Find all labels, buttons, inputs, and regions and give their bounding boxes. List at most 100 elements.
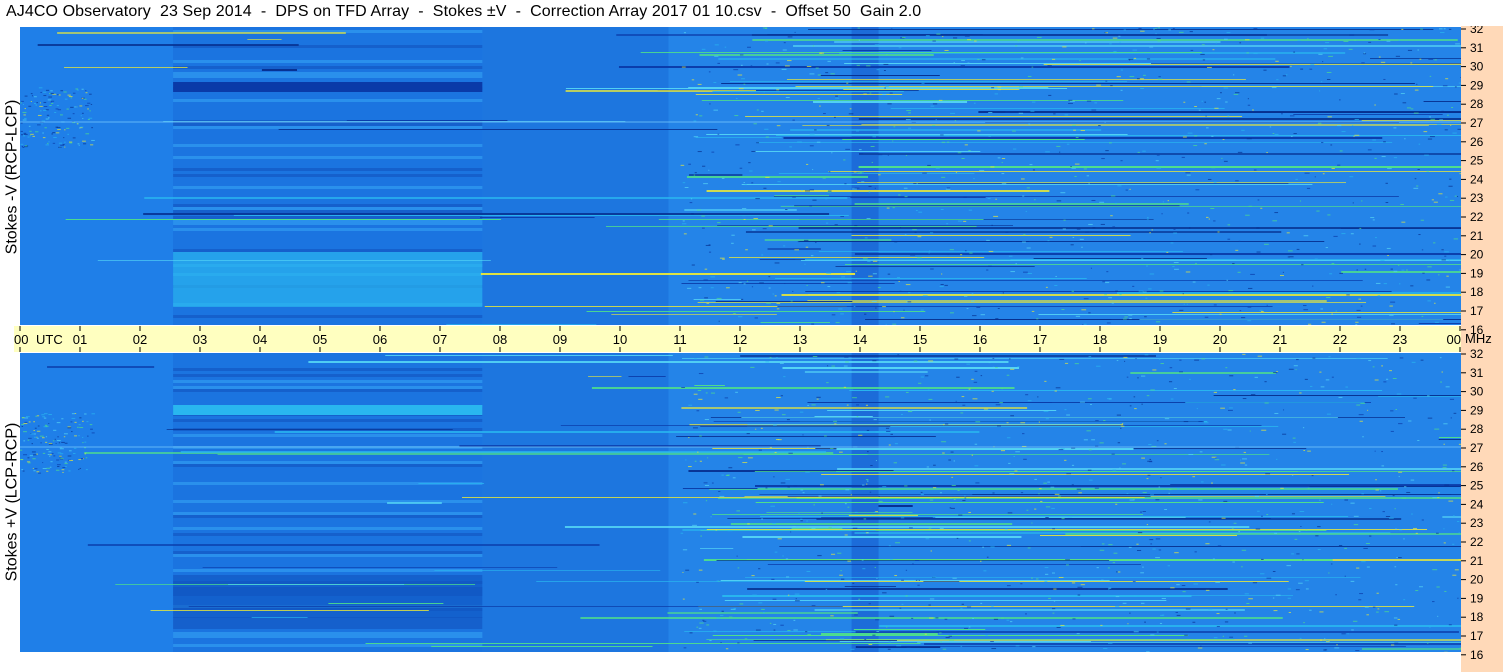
speckle — [1359, 227, 1362, 229]
speckle — [682, 571, 684, 573]
calibration-stripe — [173, 234, 483, 237]
speckle — [1135, 358, 1137, 360]
speckle — [1276, 371, 1278, 373]
speckle — [974, 370, 978, 372]
speckle — [763, 187, 767, 189]
speckle — [704, 484, 710, 486]
speckle — [1012, 130, 1016, 132]
speckle — [754, 317, 758, 319]
rfi-line — [917, 642, 1461, 643]
time-tick-label: 04 — [253, 332, 267, 347]
speckle — [30, 133, 34, 135]
speckle — [956, 537, 959, 539]
speckle — [1083, 168, 1087, 170]
speckle — [1091, 439, 1096, 441]
speckle — [1454, 195, 1457, 197]
speckle — [737, 642, 740, 644]
speckle — [1401, 221, 1406, 223]
speckle — [86, 421, 89, 423]
calibration-stripe — [173, 575, 483, 578]
speckle — [743, 283, 746, 285]
speckle — [1194, 551, 1197, 553]
speckle — [1149, 273, 1155, 275]
rfi-line — [688, 174, 743, 176]
speckle — [1350, 233, 1354, 235]
speckle — [1274, 133, 1279, 135]
speckle — [62, 467, 66, 469]
speckle — [1196, 408, 1198, 410]
speckle — [1403, 538, 1405, 540]
speckle — [935, 167, 940, 169]
speckle — [1252, 112, 1255, 114]
speckle — [1132, 499, 1135, 501]
speckle — [1111, 453, 1115, 455]
speckle — [1363, 52, 1366, 54]
speckle — [736, 555, 738, 557]
speckle — [1265, 494, 1268, 496]
speckle — [1053, 588, 1057, 590]
speckle — [1010, 271, 1015, 273]
speckle — [1117, 185, 1122, 187]
speckle — [899, 607, 902, 609]
speckle — [924, 633, 927, 635]
speckle — [740, 298, 744, 300]
speckle — [1176, 614, 1181, 616]
speckle — [1257, 199, 1260, 201]
speckle — [1071, 290, 1074, 292]
rfi-line — [150, 610, 429, 611]
speckle — [991, 648, 997, 650]
speckle — [954, 358, 959, 360]
speckle — [1244, 635, 1248, 637]
calibration-stripe — [173, 572, 483, 575]
speckle — [1140, 87, 1145, 89]
freq-tick-label: 32 — [1470, 347, 1484, 361]
speckle — [872, 360, 877, 362]
speckle — [58, 146, 62, 148]
speckle — [1261, 429, 1267, 431]
speckle — [1255, 528, 1261, 530]
speckle — [681, 223, 687, 225]
calibration-stripe — [173, 72, 483, 75]
speckle — [992, 492, 995, 494]
speckle — [925, 538, 930, 540]
speckle — [889, 615, 895, 617]
speckle — [1099, 549, 1105, 551]
time-tick-label: 18 — [1093, 332, 1107, 347]
speckle — [997, 425, 1002, 427]
speckle — [1066, 473, 1072, 475]
speckle — [1193, 145, 1198, 147]
speckle — [1116, 571, 1118, 573]
speckle — [868, 644, 873, 646]
speckle — [23, 454, 28, 456]
speckle — [923, 634, 928, 636]
calibration-stripe — [173, 60, 483, 63]
speckle — [682, 182, 686, 184]
freq-tick-label: 23 — [1470, 191, 1484, 205]
speckle — [724, 397, 729, 399]
speckle — [744, 184, 747, 186]
speckle — [67, 455, 72, 457]
speckle — [50, 461, 53, 463]
speckle — [691, 264, 695, 266]
speckle — [66, 108, 69, 110]
speckle — [1381, 465, 1385, 467]
speckle — [742, 215, 746, 217]
speckle — [1034, 478, 1037, 480]
speckle — [1266, 577, 1272, 579]
speckle — [1301, 264, 1304, 266]
calibration-stripe — [173, 315, 483, 318]
speckle — [851, 518, 855, 520]
speckle — [1304, 378, 1308, 380]
speckle — [775, 357, 778, 359]
speckle — [968, 388, 971, 390]
speckle — [1005, 111, 1011, 113]
rfi-line — [717, 225, 1014, 226]
speckle — [1146, 265, 1149, 267]
speckle — [774, 452, 777, 454]
freq-tick-label: 22 — [1470, 210, 1484, 224]
speckle — [812, 356, 818, 358]
speckle — [1443, 423, 1448, 425]
speckle — [1367, 149, 1372, 151]
speckle — [50, 90, 53, 92]
speckle — [787, 60, 792, 62]
